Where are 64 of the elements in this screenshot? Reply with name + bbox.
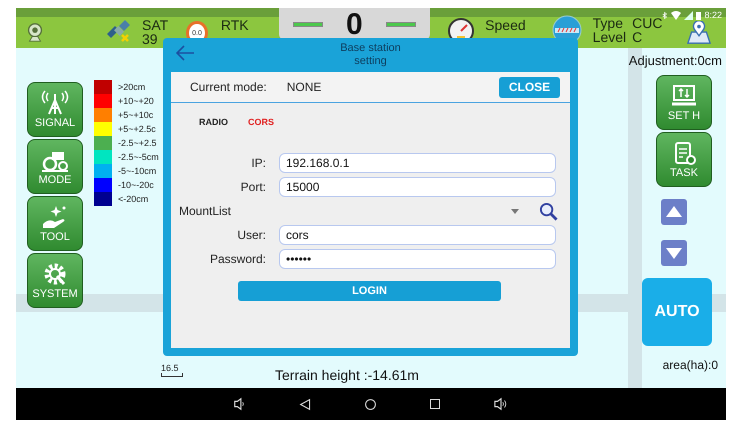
center-value: 0	[346, 14, 363, 36]
field-label: MountList	[178, 204, 231, 218]
legend-label: -5~-10cm	[118, 166, 156, 176]
speed-label: Speed	[485, 18, 526, 32]
legend-label: -2.5~+2.5	[118, 138, 157, 148]
map-pin-icon[interactable]	[686, 21, 712, 45]
input-field[interactable]: ••••••	[279, 249, 556, 269]
recents-icon[interactable]	[429, 398, 441, 410]
scale-bar	[161, 373, 183, 377]
battery-icon	[696, 10, 702, 20]
home-icon[interactable]	[364, 398, 377, 410]
legend-label: +5~+2.5c	[118, 124, 156, 134]
area-label: area(ha):0	[662, 358, 718, 372]
close-button[interactable]: CLOSE	[499, 76, 560, 98]
mode-value: NONE	[286, 80, 322, 94]
auto-button[interactable]: AUTO	[642, 278, 712, 346]
satellite-count: 39	[142, 32, 159, 46]
menu-button[interactable]: SYSTEM	[27, 253, 83, 308]
satellite-label: SAT	[142, 18, 168, 32]
up-arrow-button[interactable]	[661, 199, 687, 225]
adjustment-label: Adjustment:0cm	[628, 53, 722, 68]
level-label: Level	[592, 30, 626, 44]
back-arrow-icon[interactable]	[175, 45, 195, 61]
dropdown-caret-icon[interactable]	[511, 208, 519, 214]
signal-icon	[684, 10, 694, 20]
legend-label: -10~-20c	[118, 180, 154, 190]
mode-tab[interactable]: CORS	[244, 115, 278, 129]
rtk-label: RTK	[220, 18, 249, 32]
field-label: Password:	[208, 252, 266, 266]
terrain-height: Terrain height :-14.61m	[275, 367, 419, 383]
field-label: Port:	[240, 180, 266, 194]
input-field[interactable]: cors	[279, 225, 556, 245]
search-icon[interactable]	[539, 202, 558, 220]
input-field[interactable]: 192.168.0.1	[279, 153, 556, 173]
input-field[interactable]: 15000	[279, 177, 556, 197]
menu-button[interactable]: TOOL	[27, 196, 83, 251]
level-value: C	[632, 30, 644, 44]
legend-label: >20cm	[118, 82, 146, 92]
scale-value: 16.5	[161, 363, 180, 373]
menu-button[interactable]: SIGNAL	[27, 82, 83, 137]
level-bar	[292, 22, 323, 27]
login-button[interactable]: LOGIN	[238, 281, 501, 301]
back-icon[interactable]	[299, 398, 312, 410]
legend-label: <-20cm	[118, 194, 148, 204]
level-bar	[386, 22, 416, 27]
wifi-icon	[671, 10, 682, 20]
down-arrow-button[interactable]	[661, 240, 687, 266]
type-value: CUC	[632, 16, 662, 30]
menu-button[interactable]: MODE	[27, 139, 83, 194]
legend-label: +5~+10c	[118, 110, 154, 120]
volume-up-icon[interactable]	[493, 397, 509, 411]
bluetooth-icon	[662, 10, 668, 20]
legend-label: +10~+20	[118, 96, 154, 106]
dialog-title: Base station setting	[339, 42, 402, 68]
field-label: User:	[236, 228, 266, 242]
menu-button[interactable]: SET H	[656, 75, 712, 130]
mode-label: Current mode:	[190, 80, 267, 94]
field-label: IP:	[250, 156, 266, 170]
type-label: Type	[592, 16, 624, 30]
mode-tab[interactable]: RADIO	[195, 115, 232, 129]
antenna-tower-icon	[40, 90, 70, 116]
legend-label: -2.5~-5cm	[118, 152, 159, 162]
menu-button[interactable]: TASK	[656, 132, 712, 187]
clock-time: 8:22	[704, 10, 722, 20]
